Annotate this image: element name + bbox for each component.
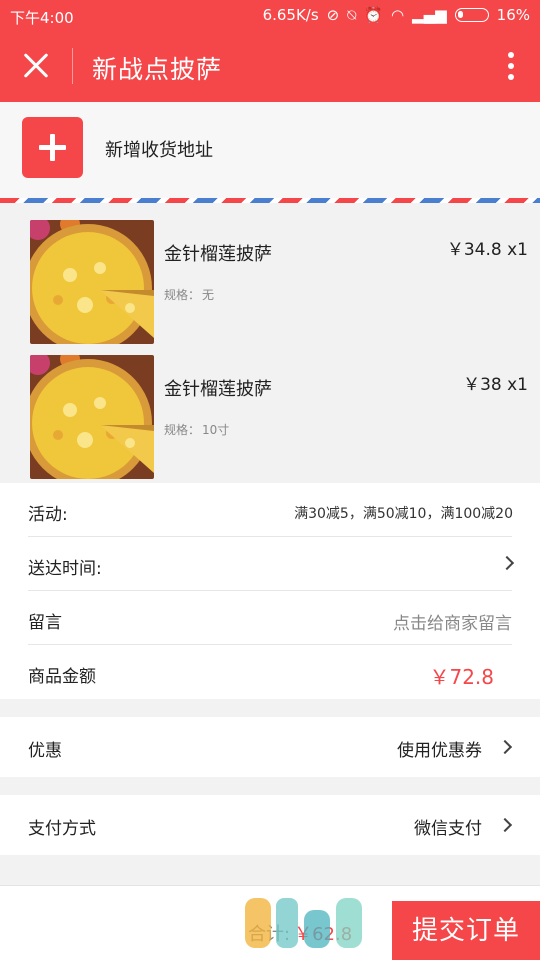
chevron-right-icon bbox=[497, 817, 513, 833]
subtotal-value: ￥72.8 bbox=[429, 665, 494, 689]
add-address-row[interactable]: 新增收货地址 bbox=[0, 102, 540, 202]
airmail-divider bbox=[0, 198, 540, 203]
checkout-bar: 合计: ￥62.8 提交订单 bbox=[0, 885, 540, 960]
order-item: 金针榴莲披萨 规格：无 ￥34.8 x1 bbox=[0, 210, 540, 344]
discount-row[interactable]: 优惠 使用优惠券 bbox=[0, 717, 540, 777]
network-speed: 6.65K/s bbox=[262, 6, 319, 24]
chevron-right-icon bbox=[497, 739, 513, 755]
header: 新战点披萨 bbox=[0, 32, 540, 102]
add-address-label: 新增收货地址 bbox=[105, 140, 213, 161]
pizza-image bbox=[30, 220, 154, 344]
link-icon: ⊘ bbox=[326, 6, 340, 24]
activity-row: 活动: 满30减5，满50减10，满100减20 bbox=[0, 483, 540, 537]
header-divider bbox=[72, 48, 73, 84]
top-bar: 下午4:00 6.65K/s ⊘ ⍉ ⏰ ◠ ▂▄▆ 16% 新战点披萨 bbox=[0, 0, 540, 102]
discount-label: 优惠 bbox=[28, 741, 62, 761]
close-icon[interactable] bbox=[18, 48, 54, 84]
payment-method-row[interactable]: 支付方式 微信支付 bbox=[0, 795, 540, 855]
status-icons: 6.65K/s ⊘ ⍉ ⏰ ◠ ▂▄▆ 16% bbox=[263, 6, 530, 24]
pizza-image bbox=[30, 355, 154, 479]
chevron-right-icon bbox=[499, 555, 515, 571]
activity-value: 满30减5，满50减10，满100减20 bbox=[294, 506, 513, 522]
item-price: ￥34.8 x1 bbox=[446, 240, 528, 260]
mute-icon: ⍉ bbox=[347, 6, 357, 24]
order-info: 活动: 满30减5，满50减10，满100减20 送达时间: 留言 点击给商家留… bbox=[0, 483, 540, 699]
signal-icon: ▂▄▆ bbox=[412, 6, 447, 24]
message-row[interactable]: 留言 点击给商家留言 bbox=[0, 591, 540, 645]
plus-icon[interactable] bbox=[22, 117, 83, 178]
battery-icon bbox=[454, 8, 489, 22]
order-item: 金针榴莲披萨 规格： 10寸 ￥38 x1 bbox=[0, 345, 540, 479]
total-value: ￥62.8 bbox=[294, 924, 353, 945]
subtotal-row: 商品金额 ￥72.8 bbox=[0, 645, 540, 699]
delivery-time-label: 送达时间: bbox=[28, 559, 102, 579]
item-spec: 规格： 10寸 bbox=[164, 421, 229, 438]
page-title: 新战点披萨 bbox=[92, 55, 223, 84]
total-label: 合计: bbox=[248, 924, 291, 945]
alarm-icon: ⏰ bbox=[364, 6, 383, 24]
wifi-icon: ◠ bbox=[390, 6, 405, 24]
battery-percent: 16% bbox=[496, 6, 530, 24]
more-icon[interactable] bbox=[506, 50, 516, 82]
status-bar: 下午4:00 6.65K/s ⊘ ⍉ ⏰ ◠ ▂▄▆ 16% bbox=[0, 0, 540, 32]
submit-order-button[interactable]: 提交订单 bbox=[392, 901, 540, 960]
item-price: ￥38 x1 bbox=[463, 375, 528, 395]
item-name: 金针榴莲披萨 bbox=[164, 379, 272, 400]
spec-label: 规格： bbox=[164, 423, 201, 437]
item-name: 金针榴莲披萨 bbox=[164, 244, 272, 265]
payment-value: 微信支付 bbox=[414, 819, 482, 839]
activity-label: 活动: bbox=[28, 505, 68, 525]
message-hint[interactable]: 点击给商家留言 bbox=[393, 609, 512, 634]
total-price: 合计: ￥62.8 bbox=[248, 920, 352, 946]
item-spec: 规格：无 bbox=[164, 286, 214, 303]
spec-label: 规格： bbox=[164, 288, 201, 302]
message-label: 留言 bbox=[28, 613, 62, 633]
payment-label: 支付方式 bbox=[28, 819, 96, 839]
spec-value: 无 bbox=[202, 288, 215, 302]
delivery-time-row[interactable]: 送达时间: bbox=[0, 537, 540, 591]
discount-value: 使用优惠券 bbox=[397, 741, 482, 761]
spec-value: 10寸 bbox=[202, 423, 230, 437]
subtotal-label: 商品金额 bbox=[28, 667, 96, 687]
status-time: 下午4:00 bbox=[10, 9, 74, 27]
